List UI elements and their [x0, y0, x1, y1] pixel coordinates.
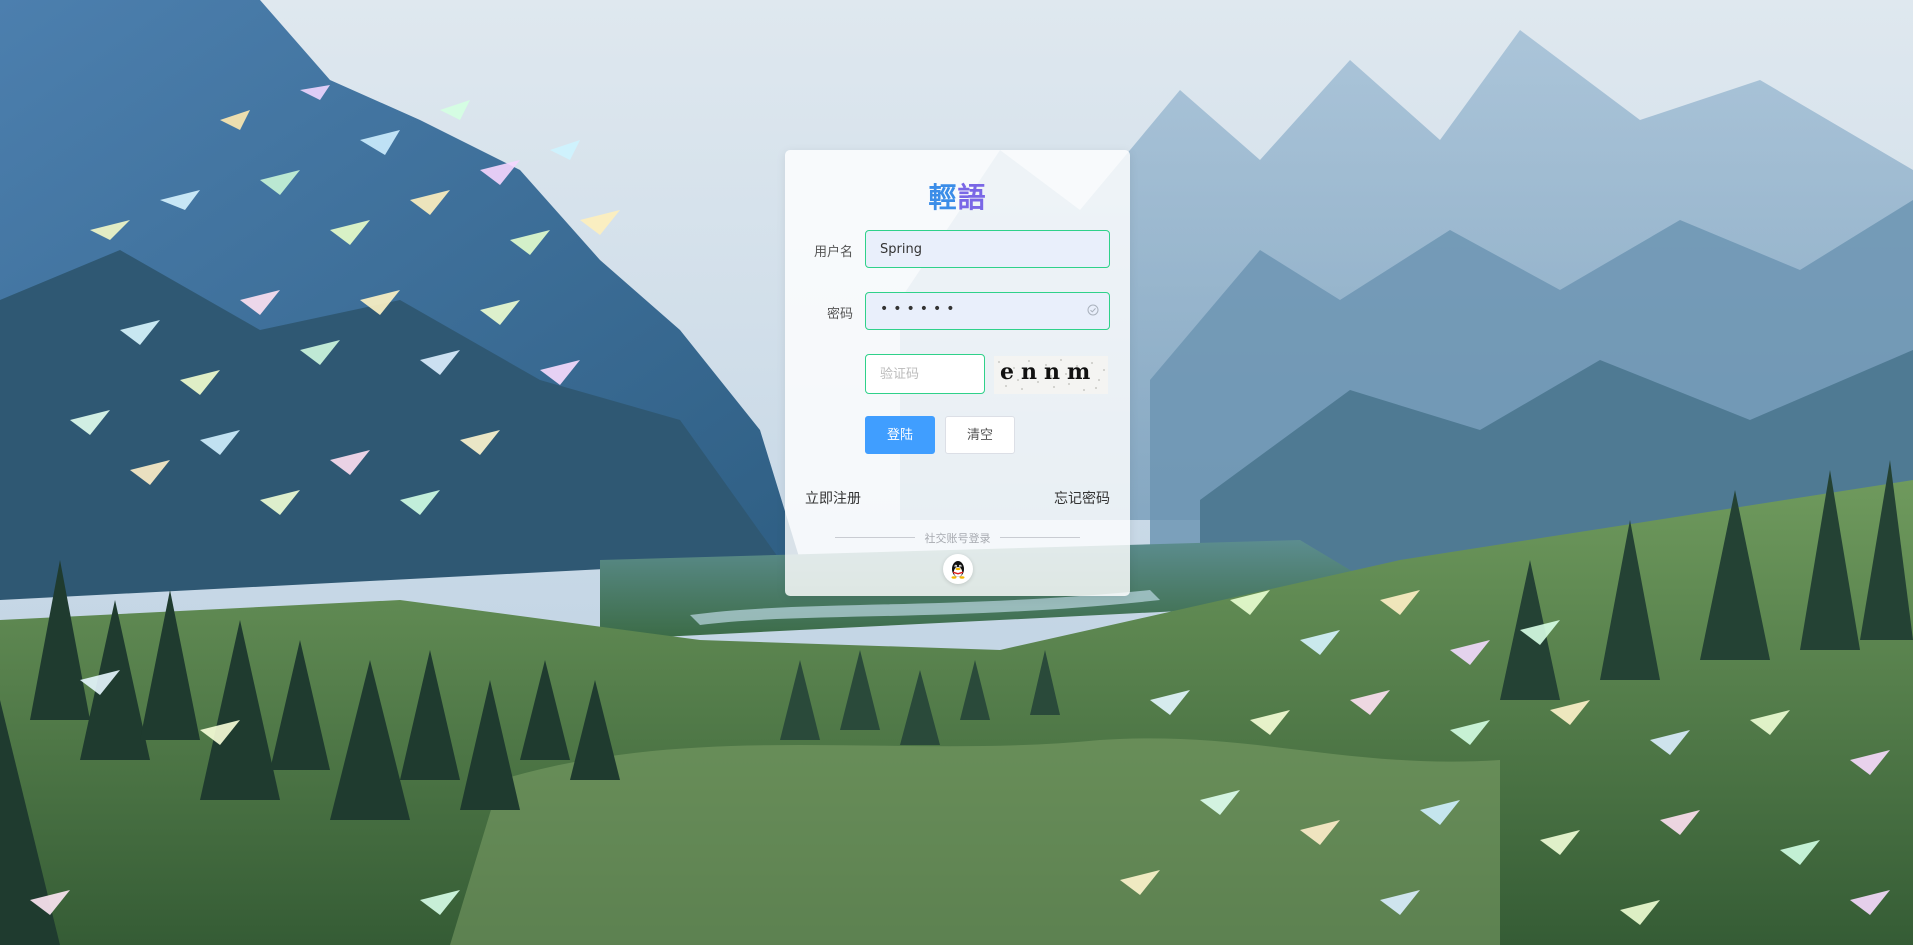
username-field-wrapper — [865, 230, 1110, 268]
captcha-text: ennm — [1000, 359, 1098, 385]
captcha-field-wrapper — [865, 354, 985, 394]
forgot-password-link[interactable]: 忘记密码 — [1054, 488, 1110, 508]
brand-logo-part2: 語 — [957, 181, 987, 214]
register-link[interactable]: 立即注册 — [805, 488, 861, 508]
divider-line-right — [1000, 537, 1080, 538]
username-row: 用户名 — [785, 230, 1130, 270]
login-button[interactable]: 登陆 — [865, 416, 935, 454]
circle-check-icon — [1087, 304, 1099, 316]
captcha-row: ennm — [785, 354, 1130, 394]
qq-login-button[interactable] — [943, 554, 973, 584]
username-input[interactable] — [866, 231, 1085, 267]
password-label: 密码 — [826, 307, 853, 322]
social-login-label: 社交账号登录 — [924, 532, 991, 545]
brand-logo: 輕語 — [785, 176, 1130, 216]
action-buttons-row: 登陆 清空 — [785, 416, 1130, 456]
password-input[interactable]: •••••• — [865, 292, 1110, 330]
brand-logo-part1: 輕 — [928, 181, 958, 214]
clear-button[interactable]: 清空 — [945, 416, 1015, 454]
qq-icon — [951, 561, 965, 579]
password-row: 密码 •••••• — [785, 292, 1130, 332]
username-label: 用户名 — [813, 245, 853, 260]
captcha-input[interactable] — [866, 355, 980, 393]
captcha-image[interactable]: ennm — [994, 356, 1108, 394]
login-page: 輕語 用户名 密码 •••••• — [0, 0, 1913, 945]
login-card: 輕語 用户名 密码 •••••• — [785, 150, 1130, 596]
social-login-divider: 社交账号登录 — [835, 530, 1080, 545]
password-masked-value: •••••• — [880, 301, 960, 317]
